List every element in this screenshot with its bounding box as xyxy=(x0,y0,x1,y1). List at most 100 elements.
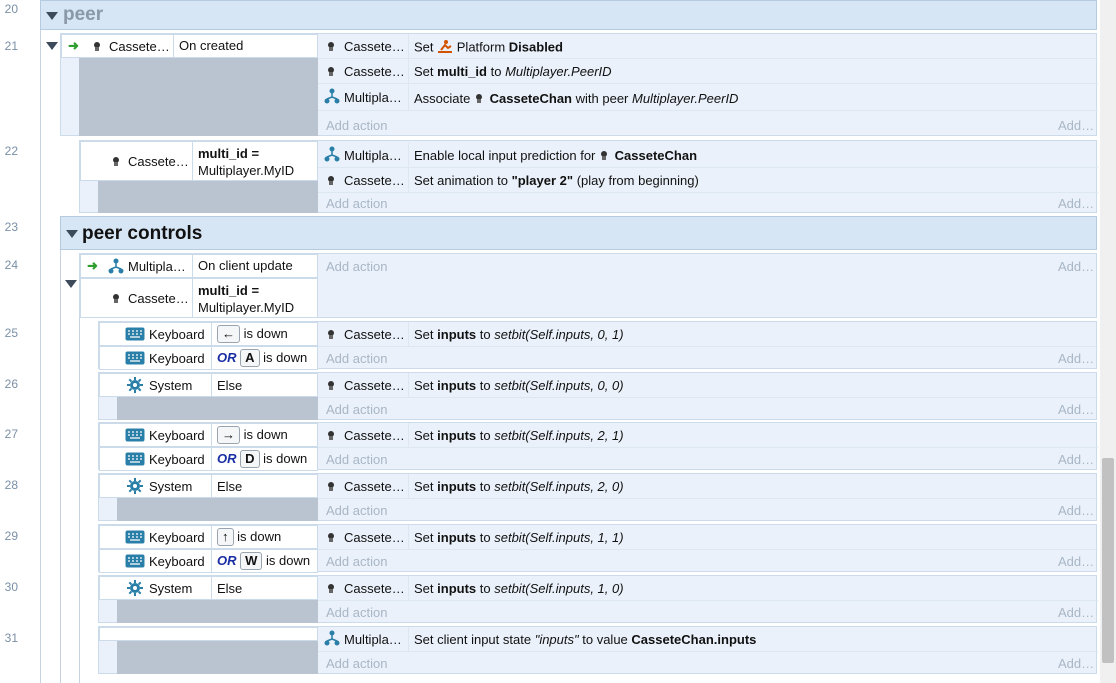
add-more-link[interactable]: Add… xyxy=(1058,351,1094,366)
event-row[interactable]: System Else Cassete… Set inputs to setbi… xyxy=(98,372,1098,420)
action[interactable]: Cassete… Set inputs to setbit(Self.input… xyxy=(318,474,1098,499)
condition-text: → is down xyxy=(217,426,288,444)
gear-icon xyxy=(127,377,143,396)
add-more-link[interactable]: Add… xyxy=(1058,118,1094,133)
condition-spacer xyxy=(98,181,318,213)
scrollbar-thumb[interactable] xyxy=(1102,458,1114,663)
condition[interactable]: System Else xyxy=(99,576,318,600)
variable-name: inputs xyxy=(437,378,477,393)
action[interactable]: Cassete… Set inputs to setbit(Self.input… xyxy=(318,373,1098,398)
add-more-link[interactable]: Add… xyxy=(1058,656,1094,671)
sprite-icon xyxy=(111,155,122,170)
condition-value: Multiplayer.MyID xyxy=(198,300,295,315)
action[interactable]: Multipla… Associate CasseteChan with pee… xyxy=(318,84,1098,111)
add-more-link[interactable]: Add… xyxy=(1058,196,1094,211)
condition-var: multi_id = xyxy=(198,283,260,298)
condition[interactable]: ➜ Multipla… On client update xyxy=(80,254,318,278)
add-action-link[interactable]: Add action xyxy=(326,605,387,620)
action[interactable]: Cassete… Set Platform Disabled xyxy=(318,34,1098,59)
event-row[interactable]: System Else Cassete… Set inputs to setbi… xyxy=(98,473,1098,521)
add-more-link[interactable]: Add… xyxy=(1058,259,1094,274)
add-action-link[interactable]: Add action xyxy=(326,351,387,366)
action[interactable]: Multipla… Enable local input prediction … xyxy=(318,143,1098,168)
condition[interactable]: Keyboard OR W is down xyxy=(99,549,318,573)
condition[interactable]: Keyboard OR A is down xyxy=(99,346,318,370)
add-action-link[interactable]: Add action xyxy=(326,503,387,518)
condition[interactable]: Keyboard ← is down xyxy=(99,322,318,346)
condition[interactable]: Cassete… multi_id = Multiplayer.MyID xyxy=(80,278,318,318)
action-verb: Set xyxy=(414,378,434,393)
sprite-icon xyxy=(474,92,486,107)
action[interactable]: Cassete… Set inputs to setbit(Self.input… xyxy=(318,423,1098,448)
condition[interactable]: System Else xyxy=(99,474,318,498)
event-row[interactable]: Multipla… Set client input state "inputs… xyxy=(98,626,1098,674)
action[interactable]: Cassete… Set animation to "player 2" (pl… xyxy=(318,168,1098,193)
sprite-icon xyxy=(326,40,337,55)
collapse-triangle-icon[interactable] xyxy=(46,42,58,50)
event-row[interactable]: ➜ Cassete… On created Cassete… Set Platf… xyxy=(60,33,1098,136)
sprite-icon xyxy=(326,328,337,343)
action-text: Set inputs to setbit(Self.inputs, 2, 0) xyxy=(414,479,624,494)
add-action-link[interactable]: Add action xyxy=(326,452,387,467)
scrollbar-track[interactable] xyxy=(1100,0,1116,683)
condition-object: System xyxy=(100,475,212,497)
group-title: peer controls xyxy=(82,223,203,244)
event-row[interactable]: Keyboard → is down Keyboard OR D is down… xyxy=(98,422,1098,471)
condition[interactable]: Keyboard ↑ is down xyxy=(99,525,318,549)
action-object: Cassete… xyxy=(318,474,409,498)
action-value: Disabled xyxy=(508,39,563,55)
object-name: Multipla… xyxy=(344,632,402,647)
action-verb: Set xyxy=(414,530,434,545)
group-peer[interactable]: peer xyxy=(40,0,1097,30)
condition-value: Multiplayer.MyID xyxy=(198,163,295,178)
add-action-link[interactable]: Add action xyxy=(326,118,387,133)
condition-word: is down xyxy=(263,350,308,365)
object-name: Cassete… xyxy=(344,479,405,494)
sprite-icon xyxy=(92,40,103,55)
action[interactable]: Cassete… Set inputs to setbit(Self.input… xyxy=(318,576,1098,601)
sprite-icon xyxy=(326,65,337,80)
group-peer-controls[interactable]: peer controls xyxy=(60,216,1097,250)
sprite-icon xyxy=(326,582,337,597)
add-action-link[interactable]: Add action xyxy=(326,402,387,417)
multiplayer-icon xyxy=(324,146,340,165)
action-word: to xyxy=(479,378,491,393)
add-more-link[interactable]: Add… xyxy=(1058,452,1094,467)
action-value: "inputs" xyxy=(534,632,579,647)
action-value: setbit(Self.inputs, 1, 0) xyxy=(494,581,624,596)
collapse-triangle-icon[interactable] xyxy=(46,12,58,20)
condition[interactable]: Keyboard OR D is down xyxy=(99,447,318,471)
event-row[interactable]: System Else Cassete… Set inputs to setbi… xyxy=(98,575,1098,623)
object-name: Cassete… xyxy=(344,428,405,443)
condition[interactable]: Keyboard → is down xyxy=(99,423,318,447)
object-name: Cassete… xyxy=(344,378,405,393)
add-more-link[interactable]: Add… xyxy=(1058,554,1094,569)
add-action-link[interactable]: Add action xyxy=(326,656,387,671)
multiplayer-icon xyxy=(324,630,340,649)
add-more-link[interactable]: Add… xyxy=(1058,503,1094,518)
condition[interactable]: ➜ Cassete… On created xyxy=(61,34,318,58)
action-text: Set multi_id to Multiplayer.PeerID xyxy=(414,64,612,79)
collapse-triangle-icon[interactable] xyxy=(66,230,78,238)
action[interactable]: Cassete… Set inputs to setbit(Self.input… xyxy=(318,322,1098,347)
add-action-link[interactable]: Add action xyxy=(326,259,387,274)
condition[interactable]: System Else xyxy=(99,373,318,397)
action-verb: Set animation to xyxy=(414,173,508,188)
condition[interactable]: Cassete… multi_id = Multiplayer.MyID xyxy=(80,141,318,181)
add-more-link[interactable]: Add… xyxy=(1058,605,1094,620)
empty-condition[interactable] xyxy=(99,627,318,641)
event-row[interactable]: Keyboard ← is down Keyboard OR A is down… xyxy=(98,321,1098,370)
trigger-arrow-icon: ➜ xyxy=(87,258,98,273)
action[interactable]: Multipla… Set client input state "inputs… xyxy=(318,627,1098,652)
action[interactable]: Cassete… Set multi_id to Multiplayer.Pee… xyxy=(318,59,1098,84)
object-ref: CasseteChan xyxy=(489,91,572,106)
collapse-triangle-icon[interactable] xyxy=(65,280,77,288)
action-object: Cassete… xyxy=(318,322,409,346)
event-row[interactable]: Keyboard ↑ is down Keyboard OR W is down… xyxy=(98,524,1098,573)
add-more-link[interactable]: Add… xyxy=(1058,402,1094,417)
action[interactable]: Cassete… Set inputs to setbit(Self.input… xyxy=(318,525,1098,550)
add-action-link[interactable]: Add action xyxy=(326,554,387,569)
add-action-link[interactable]: Add action xyxy=(326,196,387,211)
event-row[interactable]: ➜ Multipla… On client update Cassete… mu… xyxy=(79,253,1097,318)
event-row[interactable]: Cassete… multi_id = Multiplayer.MyID Mul… xyxy=(79,140,1098,213)
